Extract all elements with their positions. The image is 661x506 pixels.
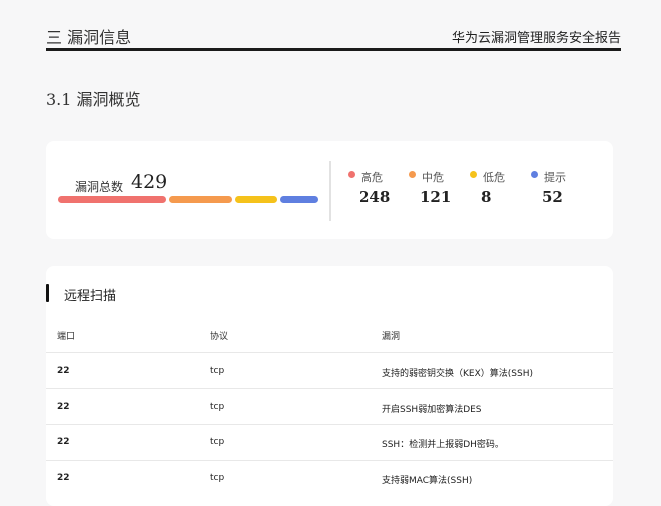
cell-vulnerability: SSH：检测并上报弱DH密码。 xyxy=(382,440,504,450)
vulnerability-summary-card: 漏洞总数 429 高危 248 中危 121 低危 8 提示 52 xyxy=(46,141,613,239)
summary-divider xyxy=(329,161,331,221)
cell-vulnerability: 支持弱MAC算法(SSH) xyxy=(382,476,473,486)
column-header-port: 端口 xyxy=(57,332,76,342)
remote-scan-card: 远程扫描 端口 协议 漏洞 22 tcp 支持的弱密钥交换（KEX）算法(SSH… xyxy=(46,266,613,506)
cell-port: 22 xyxy=(57,366,70,376)
severity-bar-high xyxy=(58,196,166,203)
row-divider xyxy=(46,388,613,389)
severity-bar-low xyxy=(235,196,277,203)
low-dot-icon xyxy=(470,171,477,178)
severity-bar-info xyxy=(280,196,318,203)
column-header-protocol: 协议 xyxy=(210,332,229,342)
cell-protocol: tcp xyxy=(210,402,225,412)
cell-port: 22 xyxy=(57,402,70,412)
legend-value: 248 xyxy=(359,188,391,206)
header-divider xyxy=(46,352,613,353)
subsection-title: 3.1 漏洞概览 xyxy=(46,90,141,109)
legend-value: 52 xyxy=(542,188,563,206)
section-title: 三 漏洞信息 xyxy=(46,28,132,47)
cell-port: 22 xyxy=(57,473,70,483)
severity-bar-medium xyxy=(169,196,232,203)
cell-protocol: tcp xyxy=(210,437,225,447)
cell-protocol: tcp xyxy=(210,473,225,483)
row-divider xyxy=(46,424,613,425)
cell-protocol: tcp xyxy=(210,366,225,376)
cell-vulnerability: 支持的弱密钥交换（KEX）算法(SSH) xyxy=(382,369,533,379)
cell-port: 22 xyxy=(57,437,70,447)
section-accent-bar xyxy=(46,284,49,302)
column-header-vulnerability: 漏洞 xyxy=(382,332,401,342)
legend-label: 中危 xyxy=(422,171,444,184)
remote-scan-title: 远程扫描 xyxy=(64,289,117,304)
row-divider xyxy=(46,460,613,461)
legend-value: 121 xyxy=(420,188,452,206)
legend-label: 高危 xyxy=(361,171,383,184)
report-header: 三 漏洞信息 华为云漏洞管理服务安全报告 xyxy=(46,22,621,51)
cell-vulnerability: 开启SSH弱加密算法DES xyxy=(382,405,482,415)
legend-value: 8 xyxy=(481,188,492,206)
legend-label: 低危 xyxy=(483,171,505,184)
total-label: 漏洞总数 xyxy=(75,180,124,194)
info-dot-icon xyxy=(531,171,538,178)
medium-dot-icon xyxy=(409,171,416,178)
total-value: 429 xyxy=(131,171,168,193)
report-title: 华为云漏洞管理服务安全报告 xyxy=(451,31,621,46)
high-dot-icon xyxy=(348,171,355,178)
legend-label: 提示 xyxy=(544,171,566,184)
